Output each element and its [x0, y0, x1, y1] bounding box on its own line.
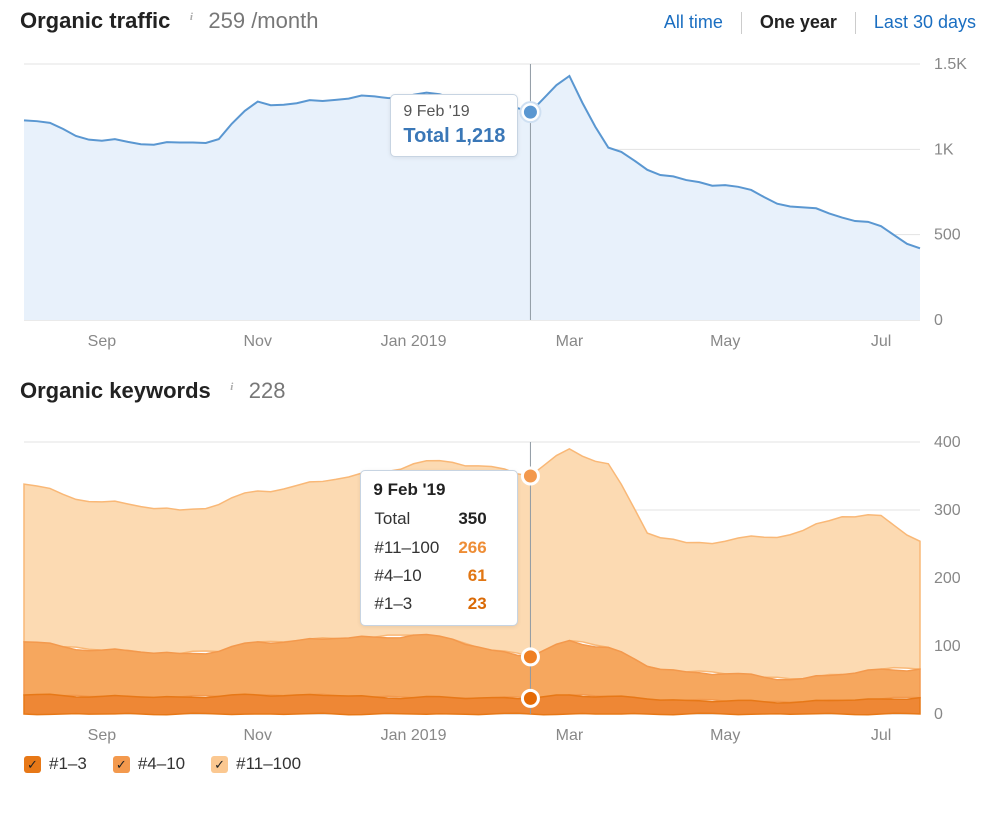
svg-text:0: 0 — [934, 312, 943, 329]
traffic-chart[interactable]: 0 500 1K 1.5K Sep Nov Jan 2019 Mar May Jul 9 Feb … — [20, 52, 980, 352]
legend-item-11-100[interactable]: ✓ #11–100 — [211, 754, 301, 774]
keywords-tooltip: 9 Feb '19 Total350#11–100266#4–1061#1–32… — [360, 470, 517, 626]
svg-text:100: 100 — [934, 638, 961, 655]
traffic-tooltip: 9 Feb '19 Total 1,218 — [390, 94, 518, 157]
svg-text:Nov: Nov — [244, 333, 272, 350]
svg-text:Nov: Nov — [244, 727, 272, 744]
tab-separator — [741, 12, 742, 34]
svg-text:1K: 1K — [934, 141, 954, 158]
tooltip-total-label: Total — [403, 125, 449, 147]
svg-text:May: May — [710, 333, 740, 350]
svg-text:Mar: Mar — [556, 333, 584, 350]
svg-text:500: 500 — [934, 227, 961, 244]
checkbox-icon: ✓ — [24, 756, 41, 773]
traffic-value: 259 /month — [208, 8, 318, 34]
info-icon[interactable]: i — [184, 10, 198, 24]
tab-all-time[interactable]: All time — [664, 12, 723, 33]
legend-label: #1–3 — [49, 754, 87, 774]
svg-text:Jan 2019: Jan 2019 — [381, 333, 447, 350]
traffic-header: Organic traffic i 259 /month All time On… — [20, 8, 980, 34]
info-icon[interactable]: i — [225, 380, 239, 394]
legend-item-4-10[interactable]: ✓ #4–10 — [113, 754, 185, 774]
traffic-title: Organic traffic — [20, 8, 170, 34]
legend-item-1-3[interactable]: ✓ #1–3 — [24, 754, 87, 774]
keywords-header: Organic keywords i 228 — [20, 378, 980, 404]
svg-text:Sep: Sep — [88, 333, 117, 350]
tooltip-date: 9 Feb '19 — [373, 477, 504, 503]
legend-label: #11–100 — [236, 754, 301, 774]
keywords-title: Organic keywords — [20, 378, 211, 404]
tab-last-30-days[interactable]: Last 30 days — [874, 12, 976, 33]
legend-label: #4–10 — [138, 754, 185, 774]
tab-one-year[interactable]: One year — [760, 12, 837, 33]
checkbox-icon: ✓ — [211, 756, 228, 773]
time-range-tabs: All time One year Last 30 days — [664, 12, 976, 34]
svg-text:Jan 2019: Jan 2019 — [381, 727, 447, 744]
svg-text:Jul: Jul — [871, 727, 891, 744]
tooltip-total-value: 1,218 — [455, 125, 505, 147]
svg-text:May: May — [710, 727, 740, 744]
tab-separator — [855, 12, 856, 34]
svg-text:0: 0 — [934, 706, 943, 723]
keywords-chart[interactable]: 0 100 200 300 400 Sep Nov Jan 2019 Mar May Jul 9 F… — [20, 422, 980, 746]
svg-text:Jul: Jul — [871, 333, 891, 350]
checkbox-icon: ✓ — [113, 756, 130, 773]
keywords-legend: ✓ #1–3 ✓ #4–10 ✓ #11–100 — [24, 754, 980, 774]
svg-text:Sep: Sep — [88, 727, 117, 744]
svg-text:400: 400 — [934, 434, 961, 451]
svg-text:1.5K: 1.5K — [934, 56, 967, 73]
svg-text:200: 200 — [934, 570, 961, 587]
tooltip-date: 9 Feb '19 — [403, 101, 505, 123]
svg-text:Mar: Mar — [556, 727, 584, 744]
svg-text:300: 300 — [934, 502, 961, 519]
keywords-value: 228 — [249, 378, 286, 404]
